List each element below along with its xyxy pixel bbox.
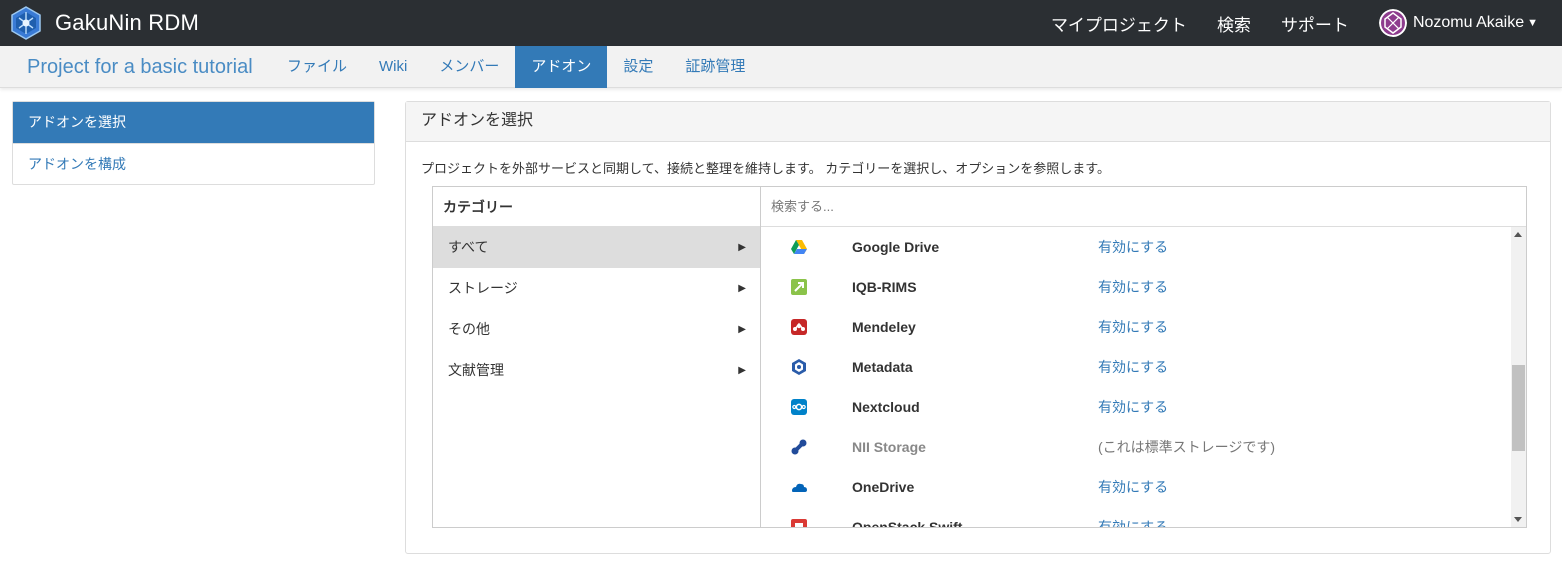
scroll-down-arrow-icon[interactable] bbox=[1514, 517, 1522, 522]
mendeley-icon bbox=[791, 319, 807, 335]
addon-list-scrollbar[interactable] bbox=[1511, 227, 1526, 527]
nav-search[interactable]: 検索 bbox=[1217, 11, 1251, 36]
project-navbar: Project for a basic tutorial ファイル Wiki メ… bbox=[0, 46, 1562, 88]
addon-name: Google Drive bbox=[852, 239, 940, 255]
list-item: OpenStack Swift 有効にする bbox=[761, 507, 1511, 527]
tab-settings[interactable]: 設定 bbox=[607, 46, 669, 88]
app-name: GakuNin RDM bbox=[55, 10, 200, 35]
category-header: カテゴリー bbox=[433, 187, 760, 227]
brand[interactable]: GakuNin RDM bbox=[0, 0, 199, 46]
category-label: その他 bbox=[448, 321, 490, 337]
panel-title: アドオンを選択 bbox=[406, 102, 1550, 142]
addon-browser: カテゴリー すべて ▶ ストレージ ▶ その他 ▶ 文献管理 ▶ 検索する...… bbox=[432, 186, 1527, 528]
category-item-storage[interactable]: ストレージ ▶ bbox=[433, 268, 760, 309]
google-drive-icon bbox=[791, 240, 807, 254]
enable-addon-link[interactable]: 有効にする bbox=[1098, 387, 1168, 427]
category-label: ストレージ bbox=[448, 280, 518, 296]
tab-audit-log[interactable]: 証跡管理 bbox=[669, 46, 761, 88]
chevron-right-icon: ▶ bbox=[738, 242, 746, 253]
nav-my-projects[interactable]: マイプロジェクト bbox=[1051, 11, 1187, 36]
sidebar-item-configure-addon[interactable]: アドオンを構成 bbox=[13, 143, 374, 184]
addon-list-column: Google Drive 有効にする IQB-RIMS 有効にする bbox=[761, 187, 1526, 527]
tab-members[interactable]: メンバー bbox=[423, 46, 515, 88]
enable-addon-link[interactable]: 有効にする bbox=[1098, 307, 1168, 347]
select-addon-panel: アドオンを選択 プロジェクトを外部サービスと同期して、接続と整理を維持します。 … bbox=[405, 101, 1551, 554]
enable-addon-link[interactable]: 有効にする bbox=[1098, 347, 1168, 387]
user-name: Nozomu Akaike bbox=[1412, 14, 1525, 31]
category-item-all[interactable]: すべて ▶ bbox=[433, 227, 760, 268]
scrollbar-thumb[interactable] bbox=[1512, 365, 1525, 451]
tab-addons[interactable]: アドオン bbox=[515, 46, 608, 88]
category-item-citations[interactable]: 文献管理 ▶ bbox=[433, 350, 760, 391]
list-item: Google Drive 有効にする bbox=[761, 227, 1511, 267]
enable-addon-link[interactable]: 有効にする bbox=[1098, 507, 1168, 527]
project-title[interactable]: Project for a basic tutorial bbox=[27, 46, 253, 88]
enable-addon-link[interactable]: 有効にする bbox=[1098, 467, 1168, 507]
list-item: Mendeley 有効にする bbox=[761, 307, 1511, 347]
list-item: IQB-RIMS 有効にする bbox=[761, 267, 1511, 307]
tab-files[interactable]: ファイル bbox=[271, 46, 363, 88]
addon-name: Nextcloud bbox=[852, 399, 920, 415]
list-item: Nextcloud 有効にする bbox=[761, 387, 1511, 427]
addon-name: Mendeley bbox=[852, 319, 916, 335]
list-item: Metadata 有効にする bbox=[761, 347, 1511, 387]
chevron-right-icon: ▶ bbox=[738, 283, 746, 294]
avatar bbox=[1378, 9, 1407, 37]
list-item: OneDrive 有効にする bbox=[761, 467, 1511, 507]
nav-support[interactable]: サポート bbox=[1281, 11, 1349, 36]
category-list: カテゴリー すべて ▶ ストレージ ▶ その他 ▶ 文献管理 ▶ bbox=[433, 187, 761, 527]
category-item-other[interactable]: その他 ▶ bbox=[433, 309, 760, 350]
addon-name: Metadata bbox=[852, 359, 913, 375]
panel-description: プロジェクトを外部サービスと同期して、接続と整理を維持します。 カテゴリーを選択… bbox=[421, 161, 1110, 176]
addon-sidebar: アドオンを選択 アドオンを構成 bbox=[12, 101, 375, 185]
addon-name: OneDrive bbox=[852, 479, 915, 495]
default-storage-note: (これは標準ストレージです) bbox=[1098, 439, 1276, 455]
openstack-swift-icon bbox=[791, 519, 807, 527]
metadata-icon bbox=[792, 359, 806, 375]
addon-name: NII Storage bbox=[852, 439, 926, 455]
caret-down-icon: ▼ bbox=[1527, 17, 1538, 29]
nii-storage-icon bbox=[791, 439, 807, 455]
nextcloud-icon bbox=[791, 399, 807, 415]
chevron-right-icon: ▶ bbox=[738, 324, 746, 335]
addon-name: OpenStack Swift bbox=[852, 519, 963, 527]
enable-addon-link[interactable]: 有効にする bbox=[1098, 267, 1168, 307]
category-label: 文献管理 bbox=[448, 362, 504, 378]
search-bar bbox=[761, 187, 1526, 227]
onedrive-icon bbox=[792, 483, 807, 492]
gakunin-logo-icon bbox=[11, 6, 41, 40]
enable-addon-link[interactable]: 有効にする bbox=[1098, 227, 1168, 267]
addon-list: Google Drive 有効にする IQB-RIMS 有効にする Mendel… bbox=[761, 227, 1511, 527]
tab-wiki[interactable]: Wiki bbox=[363, 46, 423, 88]
scroll-up-arrow-icon[interactable] bbox=[1514, 232, 1522, 237]
addon-name: IQB-RIMS bbox=[852, 279, 917, 295]
iqb-rims-icon bbox=[791, 279, 807, 295]
list-item: NII Storage (これは標準ストレージです) bbox=[761, 427, 1511, 467]
category-label: すべて bbox=[448, 239, 489, 255]
search-input[interactable] bbox=[771, 199, 1471, 214]
chevron-right-icon: ▶ bbox=[738, 365, 746, 376]
top-navbar: GakuNin RDM マイプロジェクト 検索 サポート Nozomu Akai… bbox=[0, 0, 1562, 46]
user-menu[interactable]: Nozomu Akaike ▼ bbox=[1378, 9, 1538, 37]
sidebar-item-select-addon[interactable]: アドオンを選択 bbox=[13, 102, 374, 143]
